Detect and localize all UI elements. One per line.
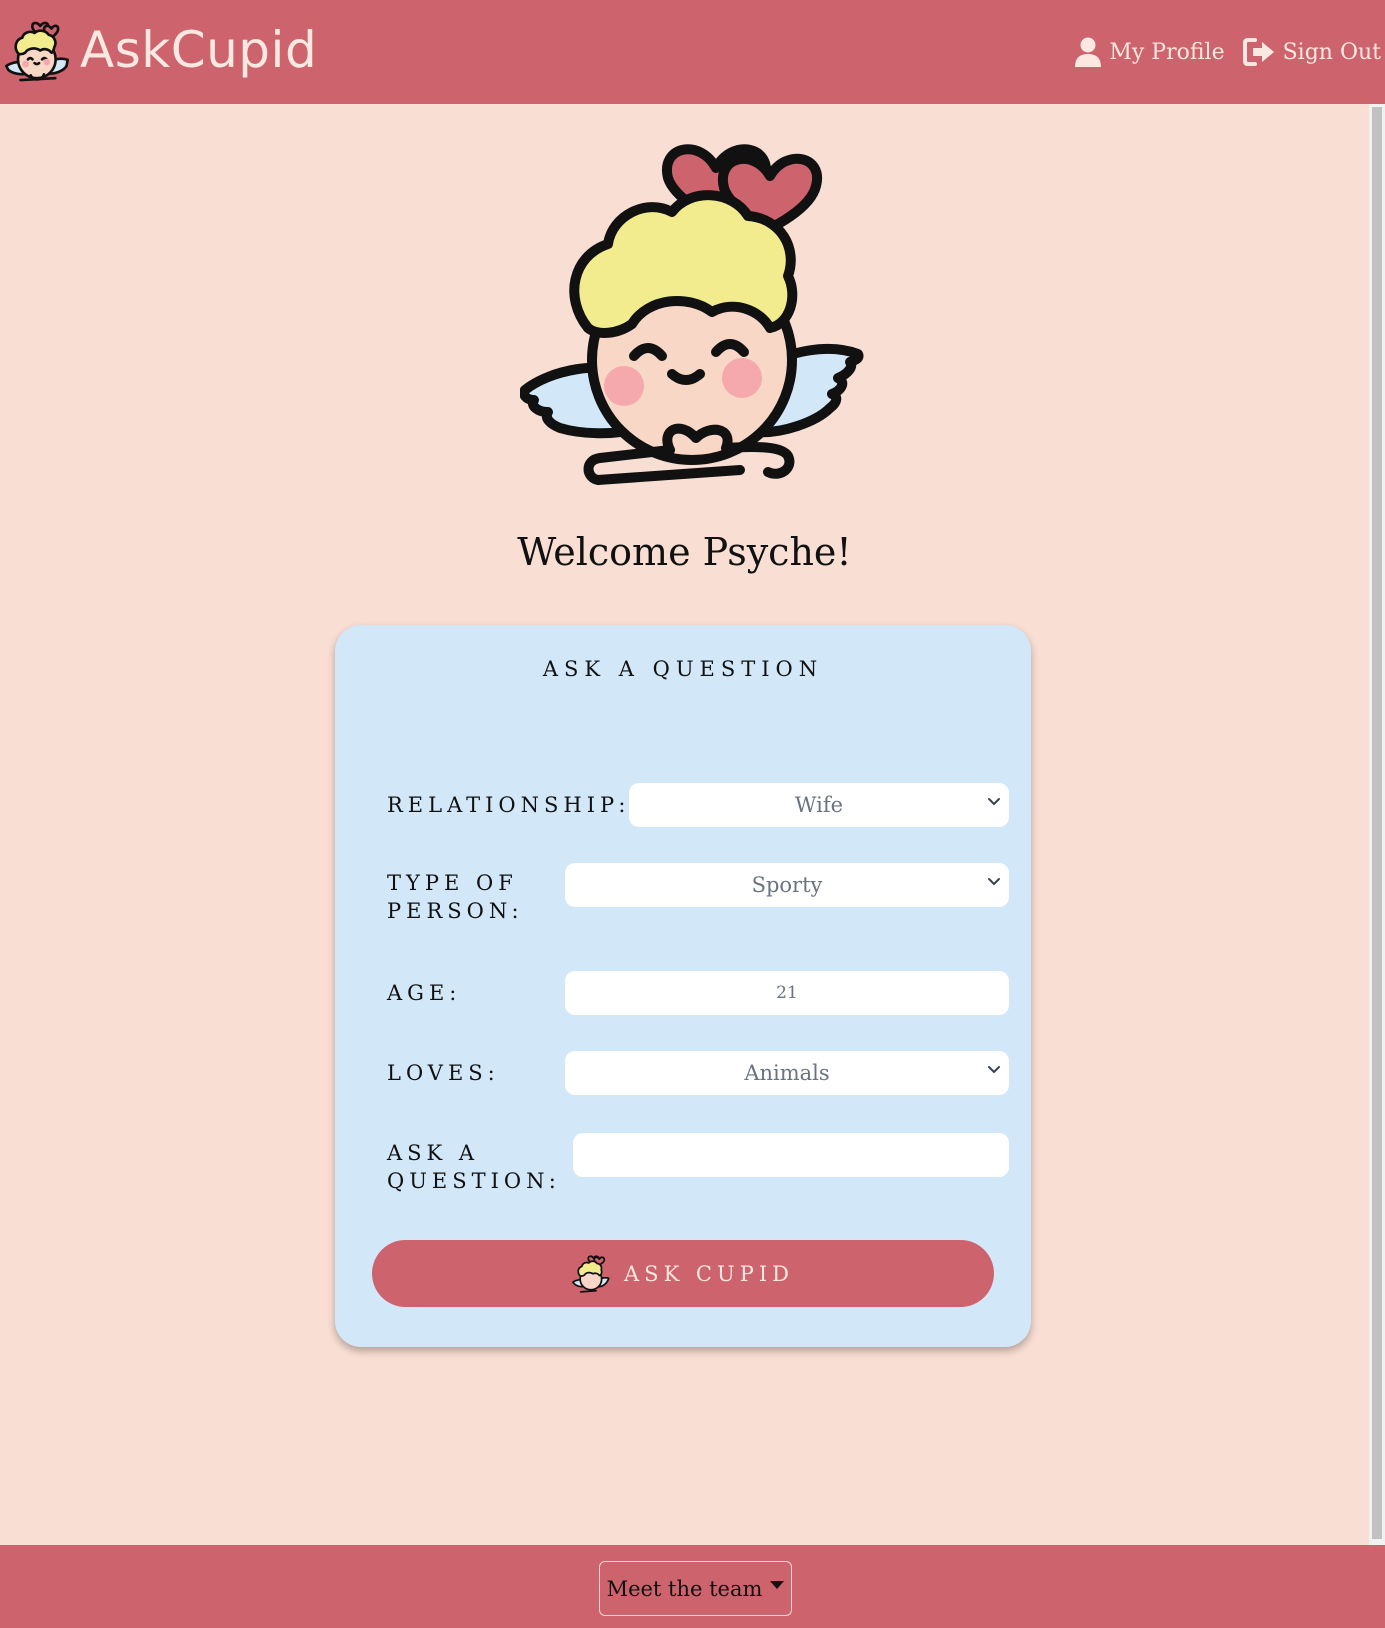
navbar: AskCupid My Profile Sign Out bbox=[0, 0, 1385, 104]
type-of-person-select[interactable]: Sporty bbox=[565, 863, 1009, 907]
sign-out-label: Sign Out bbox=[1282, 39, 1381, 65]
meet-the-team-dropdown[interactable]: Meet the team bbox=[599, 1561, 792, 1616]
question-label-line2: QUESTION: bbox=[387, 1169, 561, 1193]
footer: Meet the team bbox=[0, 1545, 1385, 1628]
caret-down-icon bbox=[770, 1580, 785, 1589]
my-profile-link[interactable]: My Profile bbox=[1075, 37, 1225, 67]
type-of-person-value: Sporty bbox=[751, 873, 823, 897]
card-title: ASK A QUESTION bbox=[542, 657, 824, 681]
question-input[interactable] bbox=[573, 1133, 1009, 1177]
question-label-line1: ASK A bbox=[387, 1141, 480, 1165]
chevron-down-icon bbox=[988, 798, 1000, 806]
relationship-label: RELATIONSHIP: bbox=[387, 793, 631, 817]
sign-out-icon bbox=[1242, 38, 1274, 66]
ask-question-card: ASK A QUESTION RELATIONSHIP: Wife TYPE O… bbox=[335, 625, 1031, 1347]
chevron-down-icon bbox=[988, 1066, 1000, 1074]
question-row: ASK A QUESTION: bbox=[387, 1133, 1009, 1193]
age-label: AGE: bbox=[387, 981, 462, 1005]
nav-links: My Profile Sign Out bbox=[1075, 37, 1385, 67]
brand-name: AskCupid bbox=[80, 21, 318, 79]
question-label: ASK A QUESTION: bbox=[387, 1139, 561, 1195]
ask-cupid-button[interactable]: ASK CUPID bbox=[372, 1240, 994, 1307]
age-value: 21 bbox=[776, 983, 798, 1003]
age-input[interactable]: 21 bbox=[565, 971, 1009, 1015]
loves-value: Animals bbox=[744, 1061, 830, 1085]
type-of-person-label: TYPE OF PERSON: bbox=[387, 869, 524, 925]
meet-the-team-label: Meet the team bbox=[606, 1576, 763, 1601]
type-of-person-label-line1: TYPE OF bbox=[387, 871, 518, 895]
cupid-icon bbox=[572, 1254, 610, 1293]
welcome-heading: Welcome Psyche! bbox=[517, 530, 852, 574]
brand-link[interactable]: AskCupid bbox=[4, 0, 317, 104]
relationship-row: RELATIONSHIP: Wife bbox=[387, 783, 1009, 827]
loves-select[interactable]: Animals bbox=[565, 1051, 1009, 1095]
age-row: AGE: 21 bbox=[387, 971, 1009, 1015]
my-profile-label: My Profile bbox=[1109, 39, 1225, 65]
relationship-value: Wife bbox=[794, 793, 844, 817]
user-icon bbox=[1075, 37, 1102, 67]
relationship-select[interactable]: Wife bbox=[629, 783, 1009, 827]
ask-cupid-label: ASK CUPID bbox=[624, 1261, 794, 1286]
page-scrollbar[interactable] bbox=[1369, 104, 1385, 1545]
cupid-illustration bbox=[520, 144, 864, 485]
scrollbar-thumb[interactable] bbox=[1372, 107, 1382, 1539]
cupid-logo-icon bbox=[5, 21, 69, 82]
sign-out-link[interactable]: Sign Out bbox=[1242, 38, 1381, 66]
type-of-person-row: TYPE OF PERSON: Sporty bbox=[387, 863, 1009, 923]
type-of-person-label-line2: PERSON: bbox=[387, 899, 524, 923]
chevron-down-icon bbox=[988, 878, 1000, 886]
loves-row: LOVES: Animals bbox=[387, 1051, 1009, 1095]
loves-label: LOVES: bbox=[387, 1061, 500, 1085]
